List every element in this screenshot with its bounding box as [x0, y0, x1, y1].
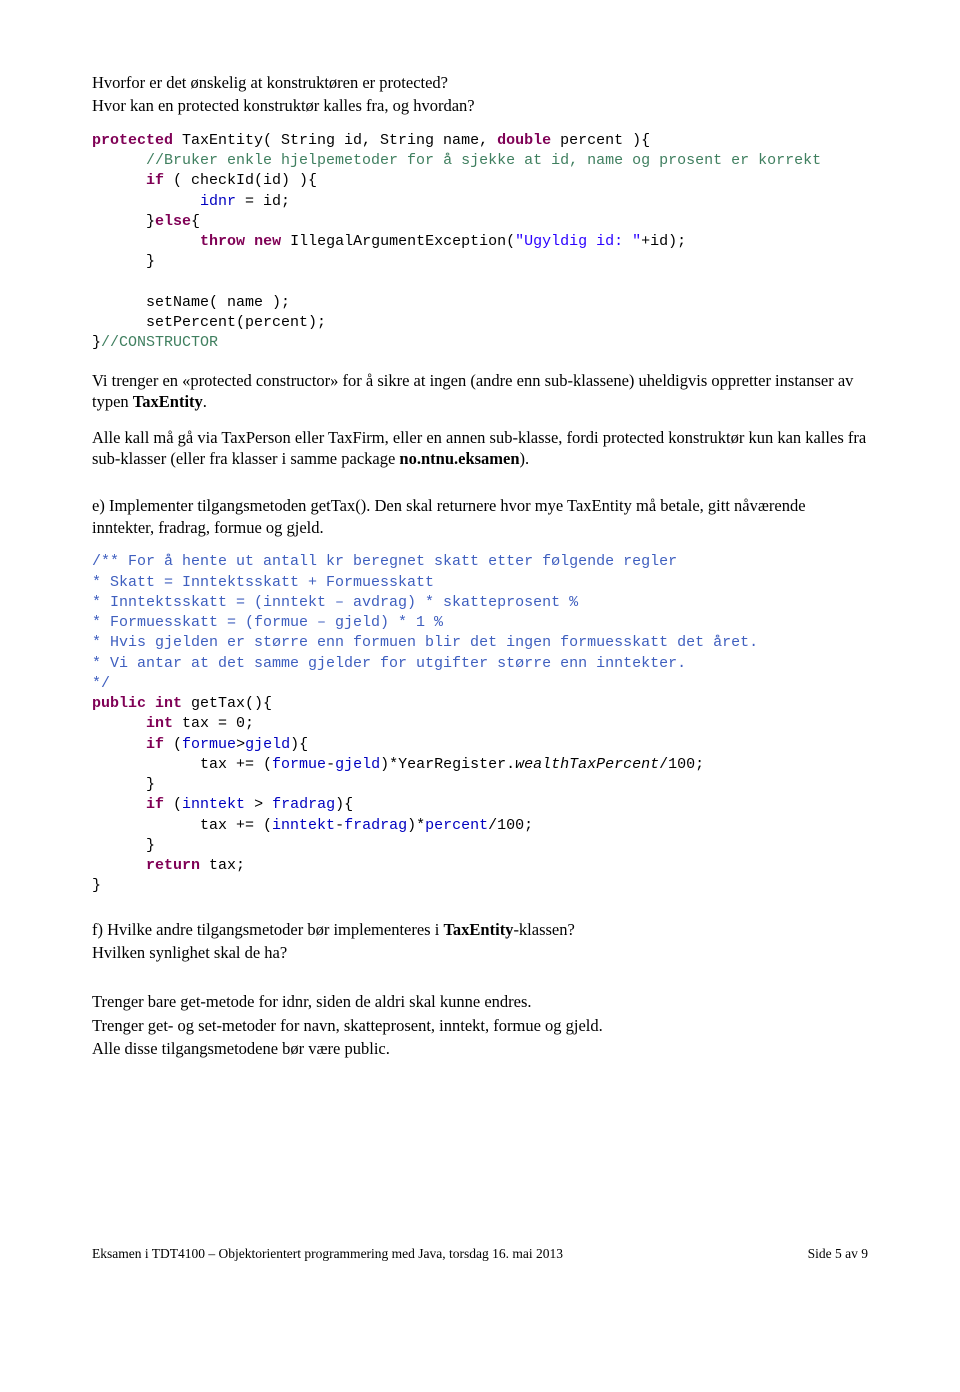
kw-protected: protected: [92, 132, 173, 149]
kw-int: int: [146, 715, 173, 732]
intro-line-1: Hvorfor er det ønskelig at konstruktøren…: [92, 72, 868, 93]
string-literal: "Ugyldig id: ": [515, 233, 641, 250]
kw-public: public: [92, 695, 146, 712]
kw-if: if: [146, 172, 164, 189]
kw-int: int: [155, 695, 182, 712]
footer-left: Eksamen i TDT4100 – Objektorientert prog…: [92, 1246, 563, 1261]
code-block-constructor: protected TaxEntity( String id, String n…: [92, 131, 868, 354]
static-wealthtaxpercent: wealthTaxPercent: [515, 756, 659, 773]
kw-return: return: [146, 857, 200, 874]
doc-line: * Formuesskatt = (formue – gjeld) * 1 %: [92, 614, 443, 631]
kw-if: if: [146, 736, 164, 753]
doc-line: * Inntektsskatt = (inntekt – avdrag) * s…: [92, 594, 578, 611]
section-e: e) Implementer tilgangsmetoden getTax().…: [92, 495, 868, 538]
kw-else: else: [155, 213, 191, 230]
doc-line: * Hvis gjelden er større enn formuen bli…: [92, 634, 758, 651]
explanation-1: Vi trenger en «protected constructor» fo…: [92, 370, 868, 413]
section-f-line-1: f) Hvilke andre tilgangsmetoder bør impl…: [92, 919, 868, 940]
field-percent: percent: [425, 817, 488, 834]
comment-constructor: //CONSTRUCTOR: [101, 334, 218, 351]
doc-line: */: [92, 675, 110, 692]
explanation-2: Alle kall må gå via TaxPerson eller TaxF…: [92, 427, 868, 470]
kw-new: new: [254, 233, 281, 250]
field-idnr: idnr: [200, 193, 236, 210]
doc-line: /** For å hente ut antall kr beregnet sk…: [92, 553, 677, 570]
page: Hvorfor er det ønskelig at konstruktøren…: [0, 0, 960, 1300]
kw-if: if: [146, 796, 164, 813]
field-gjeld: gjeld: [245, 736, 290, 753]
page-footer: Eksamen i TDT4100 – Objektorientert prog…: [92, 1246, 868, 1262]
field-formue: formue: [182, 736, 236, 753]
footer-right: Side 5 av 9: [808, 1246, 868, 1262]
intro-line-2: Hvor kan en protected konstruktør kalles…: [92, 95, 868, 116]
answer-line-1: Trenger bare get-metode for idnr, siden …: [92, 991, 868, 1012]
answer-line-3: Alle disse tilgangsmetodene bør være pub…: [92, 1038, 868, 1059]
field-fradrag: fradrag: [272, 796, 335, 813]
code-block-gettax: /** For å hente ut antall kr beregnet sk…: [92, 552, 868, 896]
kw-throw: throw: [200, 233, 245, 250]
answer-line-2: Trenger get- og set-metoder for navn, sk…: [92, 1015, 868, 1036]
kw-double: double: [497, 132, 551, 149]
doc-line: * Skatt = Inntektsskatt + Formuesskatt: [92, 574, 434, 591]
section-f-line-2: Hvilken synlighet skal de ha?: [92, 942, 868, 963]
doc-line: * Vi antar at det samme gjelder for utgi…: [92, 655, 686, 672]
field-inntekt: inntekt: [182, 796, 245, 813]
comment: //Bruker enkle hjelpemetoder for å sjekk…: [146, 152, 821, 169]
